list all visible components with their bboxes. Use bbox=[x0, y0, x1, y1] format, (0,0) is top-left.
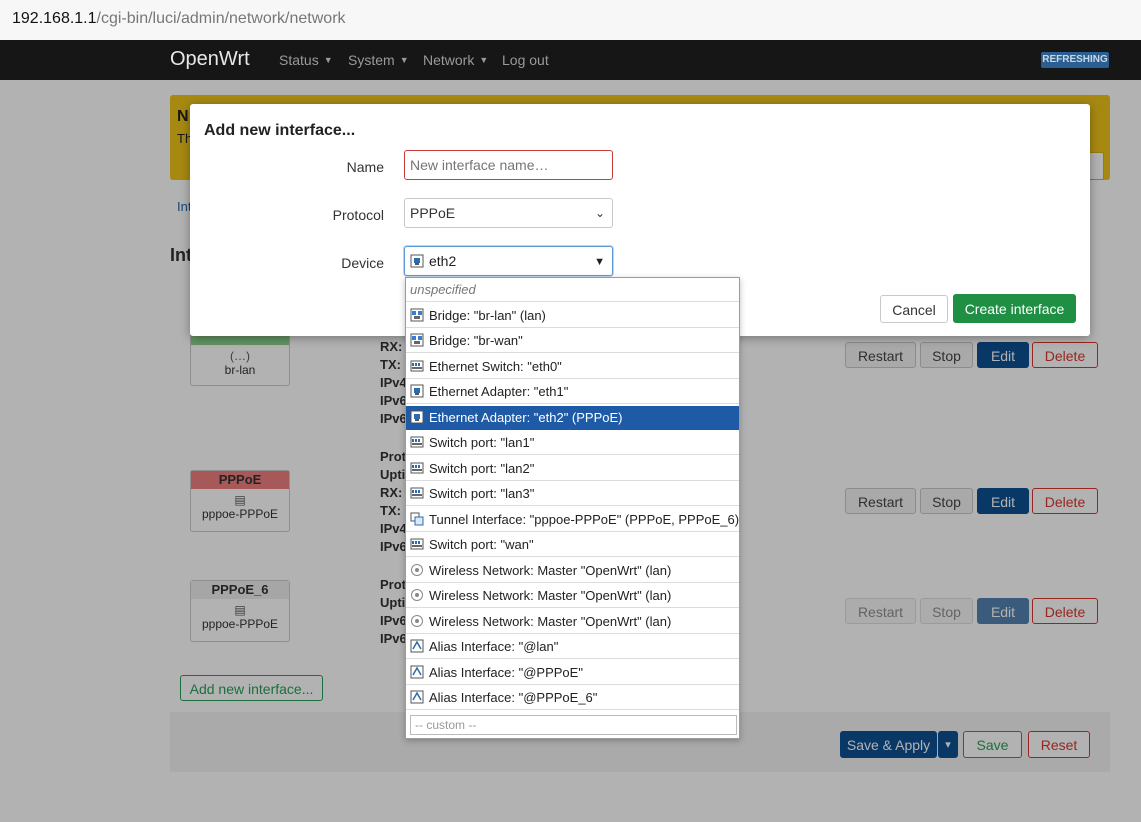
nav-status[interactable]: Status ▼ bbox=[279, 52, 333, 68]
alias-icon bbox=[410, 639, 424, 653]
refreshing-badge[interactable]: REFRESHING bbox=[1041, 52, 1109, 68]
ethernet-icon bbox=[410, 384, 424, 398]
nav-network[interactable]: Network ▼ bbox=[423, 52, 488, 68]
chevron-down-icon: ⌄ bbox=[594, 206, 605, 220]
ethernet-icon bbox=[410, 410, 424, 423]
switch-icon bbox=[410, 360, 424, 371]
nav-status-label: Status bbox=[279, 52, 319, 68]
alias-icon bbox=[410, 665, 424, 678]
wifi-icon bbox=[411, 614, 423, 627]
dropdown-option-label: Ethernet Switch: "eth0" bbox=[429, 358, 562, 374]
dropdown-option-label: Alias Interface: "@PPPoE_6" bbox=[429, 690, 598, 705]
dropdown-option-label: Bridge: "br-lan" (lan) bbox=[429, 307, 546, 323]
bridge-icon bbox=[410, 333, 424, 347]
interface-name-input[interactable] bbox=[404, 150, 613, 180]
dropdown-option[interactable]: Alias Interface: "@PPPoE_6" bbox=[406, 686, 739, 710]
switch-icon bbox=[410, 462, 424, 473]
dropdown-option-label: Tunnel Interface: "pppoe-PPPoE" (PPPoE, … bbox=[429, 511, 740, 527]
switch-icon bbox=[410, 487, 424, 499]
custom-device-input[interactable]: -- custom -- bbox=[410, 715, 737, 735]
dropdown-option[interactable]: Bridge: "br-lan" (lan) bbox=[406, 304, 739, 328]
protocol-label: Protocol bbox=[332, 207, 384, 223]
dropdown-option-label: Bridge: "br-wan" bbox=[429, 333, 523, 348]
dropdown-option[interactable]: Ethernet Adapter: "eth1" bbox=[406, 380, 739, 404]
nav-network-label: Network bbox=[423, 52, 475, 68]
nav-system-label: System bbox=[348, 52, 395, 68]
dropdown-option[interactable]: Switch port: "lan1" bbox=[406, 431, 739, 455]
dropdown-option-label: Wireless Network: Master "OpenWrt" (lan) bbox=[429, 562, 672, 578]
dropdown-option[interactable]: Switch port: "lan2" bbox=[406, 457, 739, 481]
dropdown-arrow-icon: ▼ bbox=[594, 256, 605, 268]
alias-icon bbox=[410, 690, 424, 704]
dropdown-option[interactable]: Alias Interface: "@lan" bbox=[406, 635, 739, 659]
dropdown-option[interactable]: Switch port: "lan3" bbox=[406, 482, 739, 506]
protocol-select[interactable]: PPPoE ⌄ bbox=[404, 198, 613, 228]
dropdown-option-label: Switch port: "wan" bbox=[429, 537, 534, 552]
brand-logo[interactable]: OpenWrt bbox=[170, 48, 250, 71]
dropdown-option[interactable]: Tunnel Interface: "pppoe-PPPoE" (PPPoE, … bbox=[406, 508, 739, 532]
address-url[interactable]: 192.168.1.1/cgi-bin/luci/admin/network/n… bbox=[12, 10, 346, 28]
bridge-icon bbox=[410, 308, 424, 321]
switch-icon bbox=[410, 538, 424, 550]
dropdown-option-label: Ethernet Adapter: "eth1" bbox=[429, 384, 569, 399]
dropdown-option[interactable]: Ethernet Adapter: "eth2" (PPPoE) bbox=[406, 405, 739, 430]
dropdown-option[interactable]: Wireless Network: Master "OpenWrt" (lan) bbox=[406, 584, 739, 608]
cancel-button[interactable]: Cancel bbox=[880, 295, 948, 323]
dropdown-option-label: Switch port: "lan2" bbox=[429, 460, 535, 476]
device-value: eth2 bbox=[429, 253, 457, 269]
tunnel-icon bbox=[410, 512, 424, 525]
dropdown-option-label: Alias Interface: "@PPPoE" bbox=[429, 664, 583, 680]
device-select[interactable]: eth2 ▼ bbox=[404, 246, 613, 276]
dropdown-option-label: unspecified bbox=[410, 282, 476, 297]
dropdown-option[interactable]: Switch port: "wan" bbox=[406, 533, 739, 557]
dropdown-option-label: Wireless Network: Master "OpenWrt" (lan) bbox=[429, 588, 672, 603]
wifi-icon bbox=[411, 589, 423, 601]
device-dropdown-list: unspecified Bridge: "br-lan" (lan) Bridge:… bbox=[405, 277, 740, 739]
modal-title: Add new interface... bbox=[204, 122, 356, 139]
caret-down-icon: ▼ bbox=[399, 55, 409, 65]
nav-logout[interactable]: Log out bbox=[502, 52, 549, 68]
create-interface-button[interactable]: Create interface bbox=[953, 294, 1076, 323]
dropdown-option-label: Switch port: "lan3" bbox=[429, 486, 535, 501]
dropdown-option[interactable]: Alias Interface: "@PPPoE" bbox=[406, 661, 739, 685]
wifi-icon bbox=[411, 563, 423, 576]
dropdown-option-label: Ethernet Adapter: "eth2" (PPPoE) bbox=[429, 409, 623, 425]
dropdown-option-label: Wireless Network: Master "OpenWrt" (lan) bbox=[429, 613, 672, 629]
dropdown-option[interactable]: Wireless Network: Master "OpenWrt" (lan) bbox=[406, 559, 739, 583]
dropdown-option[interactable]: Ethernet Switch: "eth0" bbox=[406, 355, 739, 379]
dropdown-option[interactable]: unspecified bbox=[406, 278, 739, 302]
dropdown-option[interactable]: Bridge: "br-wan" bbox=[406, 329, 739, 353]
name-label: Name bbox=[346, 159, 384, 175]
nav-system[interactable]: System ▼ bbox=[348, 52, 409, 68]
dropdown-option-label: Alias Interface: "@lan" bbox=[429, 639, 559, 654]
url-path: /cgi-bin/luci/admin/network/network bbox=[96, 10, 346, 27]
protocol-value: PPPoE bbox=[410, 205, 456, 221]
device-label: Device bbox=[341, 255, 384, 271]
ethernet-icon bbox=[410, 254, 424, 268]
switch-icon bbox=[410, 436, 424, 448]
url-host: 192.168.1.1 bbox=[12, 10, 97, 27]
dropdown-option-label: Switch port: "lan1" bbox=[429, 435, 535, 450]
caret-down-icon: ▼ bbox=[479, 55, 489, 65]
dropdown-option[interactable]: Wireless Network: Master "OpenWrt" (lan) bbox=[406, 610, 739, 634]
caret-down-icon: ▼ bbox=[323, 55, 333, 65]
